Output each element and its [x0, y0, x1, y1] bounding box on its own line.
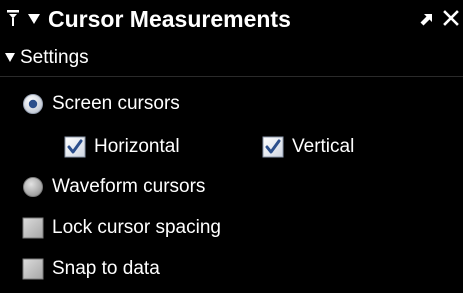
- checkbox-checked-icon: [64, 136, 86, 158]
- vertical-label: Vertical: [292, 136, 355, 157]
- screen-cursors-label: Screen cursors: [52, 93, 180, 114]
- checkbox-checked-icon: [262, 136, 284, 158]
- horizontal-label: Horizontal: [94, 136, 180, 157]
- snap-to-data-checkbox[interactable]: Snap to data: [22, 254, 160, 284]
- checkbox-unchecked-icon: [22, 217, 44, 239]
- radio-selected-icon: [23, 94, 43, 114]
- lock-cursor-spacing-label: Lock cursor spacing: [52, 217, 221, 238]
- settings-section-header[interactable]: Settings: [0, 41, 463, 75]
- vertical-checkbox[interactable]: Vertical: [262, 132, 354, 162]
- checkbox-unchecked-icon: [22, 258, 44, 280]
- panel-title-bar: Cursor Measurements: [0, 0, 463, 37]
- screen-cursors-radio[interactable]: Screen cursors: [22, 89, 180, 119]
- panel-title: Cursor Measurements: [48, 6, 291, 32]
- snap-to-data-label: Snap to data: [52, 258, 160, 279]
- triangle-down-icon[interactable]: [27, 13, 41, 25]
- waveform-cursors-label: Waveform cursors: [52, 176, 206, 197]
- lock-cursor-spacing-checkbox[interactable]: Lock cursor spacing: [22, 213, 221, 243]
- close-icon[interactable]: [443, 10, 459, 26]
- pin-icon[interactable]: [6, 9, 20, 27]
- settings-section-label: Settings: [20, 47, 89, 68]
- expand-triangle-icon: [5, 53, 15, 62]
- undock-arrow-icon[interactable]: [420, 12, 434, 26]
- radio-unselected-icon: [23, 177, 43, 197]
- cursor-measurements-panel: Cursor Measurements Settings Screen curs: [0, 0, 463, 293]
- waveform-cursors-radio[interactable]: Waveform cursors: [22, 172, 205, 202]
- section-divider: [0, 76, 463, 77]
- horizontal-checkbox[interactable]: Horizontal: [64, 132, 180, 162]
